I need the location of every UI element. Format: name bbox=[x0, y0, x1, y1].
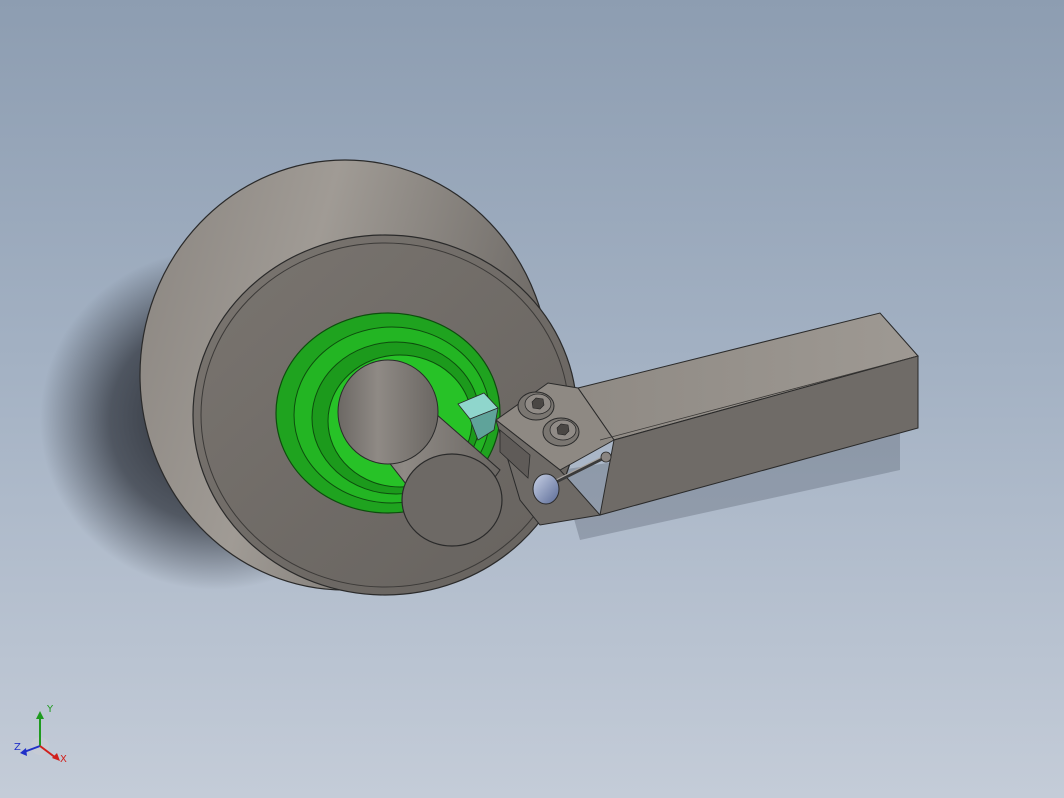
triad-z-label: Z bbox=[14, 742, 21, 753]
graphics-viewport[interactable]: Y Z X bbox=[0, 0, 1064, 798]
triad-z-arrow bbox=[20, 748, 27, 756]
triad-x-arrow bbox=[52, 753, 60, 761]
lever-knob bbox=[532, 473, 560, 505]
triad-y-arrow bbox=[36, 711, 44, 719]
shaft-back-end bbox=[337, 359, 439, 465]
triad-y-label: Y bbox=[47, 704, 54, 715]
lever-tip bbox=[600, 451, 612, 463]
triad-x-label: X bbox=[60, 754, 67, 765]
cap-screw-2[interactable] bbox=[542, 417, 580, 447]
model-scene[interactable] bbox=[0, 0, 1064, 798]
cap-screw-1[interactable] bbox=[517, 391, 555, 421]
orientation-triad[interactable]: Y Z X bbox=[10, 702, 74, 772]
shaft-end-face bbox=[401, 453, 503, 547]
